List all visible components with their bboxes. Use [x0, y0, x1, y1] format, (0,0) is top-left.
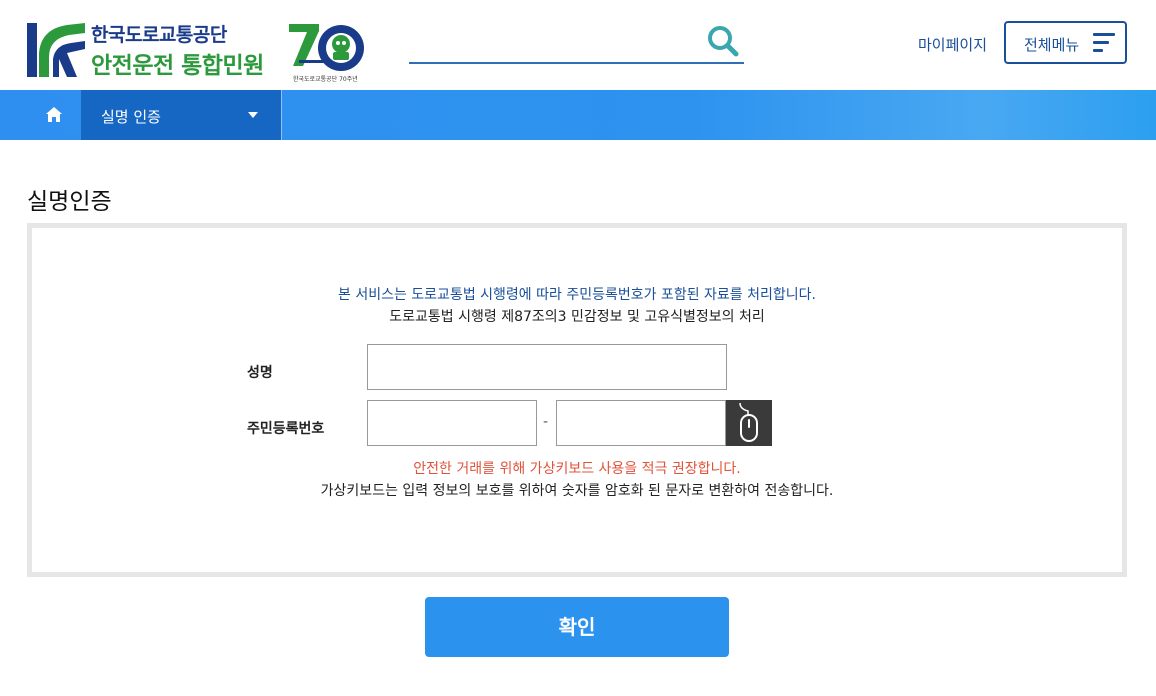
- mouse-icon: [739, 402, 758, 442]
- site-logo[interactable]: 한국도로교통공단 안전운전 통합민원 한국도로교통공단 70주년: [27, 20, 407, 83]
- all-menu-button[interactable]: 전체메뉴: [1004, 21, 1127, 64]
- rrn-separator: -: [543, 414, 549, 430]
- page-title: 실명인증: [27, 189, 112, 215]
- hamburger-icon: [1093, 33, 1115, 53]
- koroad-logo-icon: [27, 23, 85, 77]
- rrn-front-field[interactable]: [367, 400, 537, 446]
- service-notice: 본 서비스는 도로교통법 시행령에 따라 주민등록번호가 포함된 자료를 처리합…: [338, 287, 816, 303]
- search-bar: [409, 22, 744, 64]
- confirm-button[interactable]: 확인: [425, 597, 729, 657]
- real-name-auth-panel: 본 서비스는 도로교통법 시행령에 따라 주민등록번호가 포함된 자료를 처리합…: [27, 223, 1127, 577]
- anniversary-caption: 한국도로교통공단 70주년: [293, 76, 358, 83]
- legal-basis-notice: 도로교통법 시행령 제87조의3 민감정보 및 고유식별정보의 처리: [389, 309, 765, 325]
- search-icon: [708, 26, 739, 57]
- virtual-keyboard-description: 가상키보드는 입력 정보의 보호를 위하여 숫자를 암호화 된 문자로 변환하여…: [320, 483, 834, 499]
- home-button[interactable]: [27, 90, 81, 140]
- name-label: 성명: [247, 365, 273, 381]
- rrn-label: 주민등록번호: [247, 421, 325, 437]
- virtual-keyboard-recommendation: 안전한 거래를 위해 가상키보드 사용을 적극 권장합니다.: [413, 461, 741, 477]
- breadcrumb-dropdown[interactable]: 실명 인증: [81, 90, 282, 140]
- virtual-keyboard-button[interactable]: [726, 400, 772, 446]
- search-button[interactable]: [706, 24, 740, 58]
- mypage-link[interactable]: 마이페이지: [918, 34, 987, 55]
- rrn-back-field[interactable]: [556, 400, 726, 446]
- search-input[interactable]: [409, 28, 699, 58]
- all-menu-label: 전체메뉴: [1024, 36, 1080, 54]
- site-header: 한국도로교통공단 안전운전 통합민원 한국도로교통공단 70주년 마이페이지 전…: [0, 0, 1156, 90]
- logo-org-name: 한국도로교통공단: [91, 24, 227, 46]
- home-icon: [46, 107, 62, 122]
- logo-service-name: 안전운전 통합민원: [91, 53, 264, 79]
- location-navbar: 실명 인증: [0, 90, 1156, 140]
- breadcrumb-dropdown-label: 실명 인증: [101, 108, 161, 126]
- caret-down-icon: [248, 112, 258, 118]
- name-field[interactable]: [367, 344, 727, 390]
